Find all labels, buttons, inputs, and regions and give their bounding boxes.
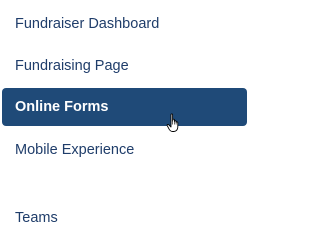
menu-item-label: Teams	[15, 210, 58, 226]
menu-item-online-forms[interactable]: Online Forms	[2, 88, 247, 126]
menu-item-mobile-experience[interactable]: Mobile Experience	[2, 131, 247, 169]
sidebar-menu: Fundraiser Dashboard Fundraising Page On…	[0, 0, 248, 226]
menu-item-fundraiser-dashboard[interactable]: Fundraiser Dashboard	[2, 5, 247, 43]
menu-item-label: Fundraiser Dashboard	[15, 16, 160, 32]
menu-item-label: Fundraising Page	[15, 58, 129, 74]
menu-item-label: Online Forms	[15, 99, 109, 115]
menu-item-fundraising-page[interactable]: Fundraising Page	[2, 47, 247, 85]
menu-item-label: Mobile Experience	[15, 142, 135, 158]
menu-item-teams[interactable]: Teams	[2, 199, 247, 237]
